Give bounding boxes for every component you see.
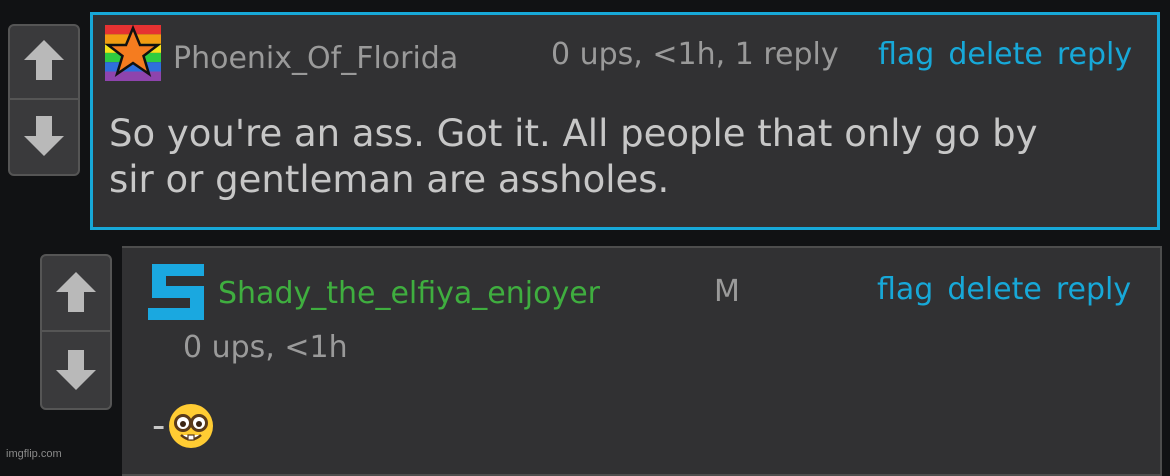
downvote-button[interactable] bbox=[10, 102, 78, 170]
reply-link[interactable]: reply bbox=[1057, 37, 1132, 72]
delete-link[interactable]: delete bbox=[947, 272, 1042, 307]
comment-actions: flag delete reply bbox=[877, 272, 1131, 307]
vote-column bbox=[40, 254, 112, 410]
comment-meta: 0 ups, <1h bbox=[183, 330, 348, 365]
upvote-button[interactable] bbox=[42, 258, 110, 326]
flag-link[interactable]: flag bbox=[878, 37, 934, 72]
upvote-button[interactable] bbox=[10, 26, 78, 94]
comment-meta: 0 ups, <1h, 1 reply bbox=[551, 37, 839, 72]
vote-column bbox=[8, 24, 80, 176]
downvote-button[interactable] bbox=[42, 336, 110, 404]
comment-text-prefix: - bbox=[152, 404, 166, 447]
comment-text: So you're an ass. Got it. All people tha… bbox=[109, 111, 1038, 203]
username[interactable]: Shady_the_elfiya_enjoyer bbox=[218, 276, 600, 311]
comment-text-line: sir or gentleman are assholes. bbox=[109, 158, 670, 201]
divider bbox=[42, 330, 110, 332]
comment-actions: flag delete reply bbox=[878, 37, 1132, 72]
divider bbox=[10, 98, 78, 100]
gender-badge: M bbox=[714, 274, 740, 309]
delete-link[interactable]: delete bbox=[948, 37, 1043, 72]
comment-text-line: So you're an ass. Got it. All people tha… bbox=[109, 112, 1038, 155]
arrow-down-icon bbox=[24, 116, 64, 156]
blue-s-logo-icon bbox=[148, 264, 204, 320]
watermark: imgflip.com bbox=[6, 448, 62, 460]
arrow-up-icon bbox=[56, 272, 96, 312]
username[interactable]: Phoenix_Of_Florida bbox=[173, 41, 458, 76]
arrow-up-icon bbox=[24, 40, 64, 80]
rainbow-star-icon bbox=[105, 25, 161, 81]
reply-link[interactable]: reply bbox=[1056, 272, 1131, 307]
flag-link[interactable]: flag bbox=[877, 272, 933, 307]
nerd-face-emoji bbox=[169, 404, 214, 448]
comment-text: - bbox=[152, 402, 215, 450]
comment: Shady_the_elfiya_enjoyer M flag delete r… bbox=[122, 246, 1162, 476]
arrow-down-icon bbox=[56, 350, 96, 390]
comment: Phoenix_Of_Florida 0 ups, <1h, 1 reply f… bbox=[90, 12, 1160, 230]
